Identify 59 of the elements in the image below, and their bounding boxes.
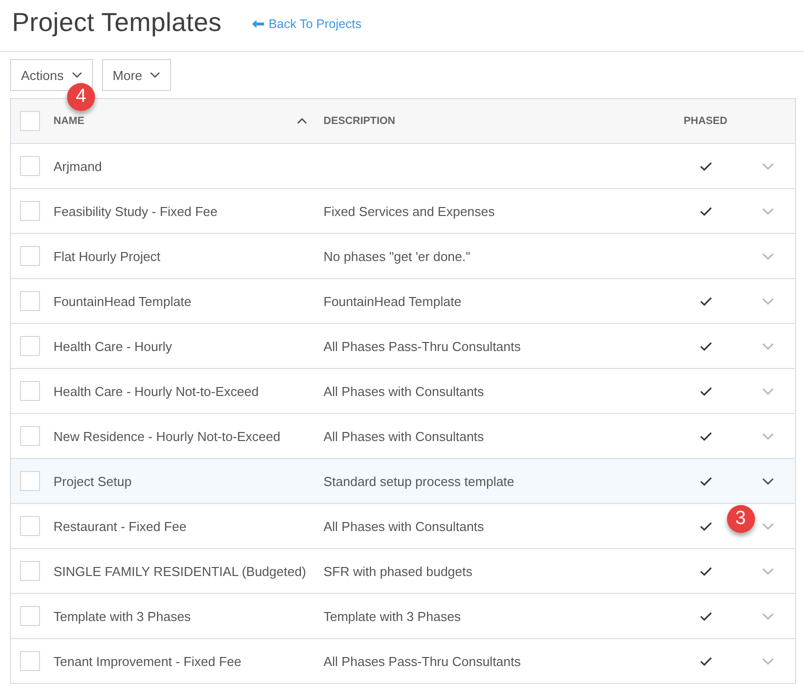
template-description: All Phases Pass-Thru Consultants bbox=[324, 338, 521, 354]
template-name: Arjmand bbox=[54, 158, 102, 174]
table-row[interactable]: Restaurant - Fixed Fee All Phases with Consultants 3 bbox=[10, 504, 796, 548]
table-row[interactable]: Arjmand bbox=[10, 144, 796, 188]
template-name: Flat Hourly Project bbox=[54, 248, 160, 264]
template-name: Feasibility Study - Fixed Fee bbox=[54, 204, 218, 218]
table-row[interactable]: Health Care - Hourly Not-to-Exceed All Phases with Consultants bbox=[10, 368, 796, 414]
template-name: Health Care - Hourly Not-to-Exceed bbox=[54, 384, 259, 398]
row-checkbox[interactable] bbox=[20, 201, 40, 221]
chevron-down-icon[interactable] bbox=[762, 478, 774, 484]
table-row[interactable]: Feasibility Study - Fixed Fee Fixed Services and Expenses bbox=[10, 188, 796, 234]
template-description: Standard setup process template bbox=[324, 474, 514, 488]
row-checkbox[interactable] bbox=[20, 471, 40, 491]
template-description: All Phases Pass-Thru Consultants bbox=[324, 654, 521, 668]
row-checkbox[interactable] bbox=[20, 156, 40, 176]
row-checkbox[interactable] bbox=[20, 561, 40, 581]
template-name: Template with 3 Phases bbox=[54, 608, 191, 624]
row-checkbox[interactable] bbox=[20, 426, 40, 446]
step-number-badge: 3 bbox=[726, 505, 754, 533]
template-description: Template with 3 Phases bbox=[324, 608, 461, 624]
row-checkbox[interactable] bbox=[20, 336, 40, 356]
table-row[interactable]: Project Setup Standard setup process template bbox=[10, 458, 796, 504]
chevron-down-icon bbox=[150, 72, 160, 78]
sort-up-icon[interactable] bbox=[296, 118, 306, 124]
dropdown-button[interactable]: More bbox=[102, 59, 172, 91]
column-header[interactable]: DESCRIPTION bbox=[324, 115, 396, 127]
template-name: Restaurant - Fixed Fee bbox=[54, 518, 186, 534]
page-title: Project Templates bbox=[12, 7, 222, 38]
template-description: SFR with phased budgets bbox=[324, 564, 472, 578]
table-row[interactable]: Flat Hourly Project No phases "get 'er done." bbox=[10, 234, 796, 278]
template-description: All Phases with Consultants bbox=[324, 428, 484, 444]
template-description: All Phases with Consultants bbox=[324, 384, 484, 398]
template-name: Project Setup bbox=[54, 474, 132, 488]
template-name: New Residence - Hourly Not-to-Exceed bbox=[54, 428, 280, 444]
template-name: FountainHead Template bbox=[54, 294, 192, 308]
row-checkbox[interactable] bbox=[20, 291, 40, 311]
template-name: SINGLE FAMILY RESIDENTIAL (Budgeted) bbox=[54, 564, 306, 578]
row-checkbox[interactable] bbox=[20, 516, 40, 536]
chevron-down-icon bbox=[72, 72, 82, 78]
table-row[interactable]: Template with 3 Phases Template with 3 Phases bbox=[10, 594, 796, 638]
table-row[interactable]: SINGLE FAMILY RESIDENTIAL (Budgeted) SFR with phased budgets bbox=[10, 548, 796, 594]
template-name: Tenant Improvement - Fixed Fee bbox=[54, 654, 242, 668]
select-all-checkbox[interactable] bbox=[20, 111, 40, 131]
template-description: Fixed Services and Expenses bbox=[324, 204, 495, 218]
template-name: Health Care - Hourly bbox=[54, 338, 172, 354]
column-header[interactable]: NAME bbox=[54, 115, 84, 127]
row-checkbox[interactable] bbox=[20, 246, 40, 266]
row-checkbox[interactable] bbox=[20, 606, 40, 626]
row-checkbox[interactable] bbox=[20, 651, 40, 671]
row-checkbox[interactable] bbox=[20, 381, 40, 401]
table-row[interactable]: Health Care - Hourly All Phases Pass-Thru Consultants bbox=[10, 324, 796, 368]
table-row[interactable]: FountainHead Template FountainHead Template bbox=[10, 278, 796, 324]
template-description: FountainHead Template bbox=[324, 294, 462, 308]
column-header[interactable]: PHASED bbox=[684, 115, 728, 127]
table-row[interactable]: Tenant Improvement - Fixed Fee All Phases Pass-Thru Consultants bbox=[10, 638, 796, 684]
table-row[interactable]: New Residence - Hourly Not-to-Exceed All Phases with Consultants bbox=[10, 414, 796, 458]
template-description: All Phases with Consultants bbox=[324, 518, 484, 534]
template-description: No phases "get 'er done." bbox=[324, 248, 470, 264]
arrow-left-icon bbox=[252, 20, 264, 28]
